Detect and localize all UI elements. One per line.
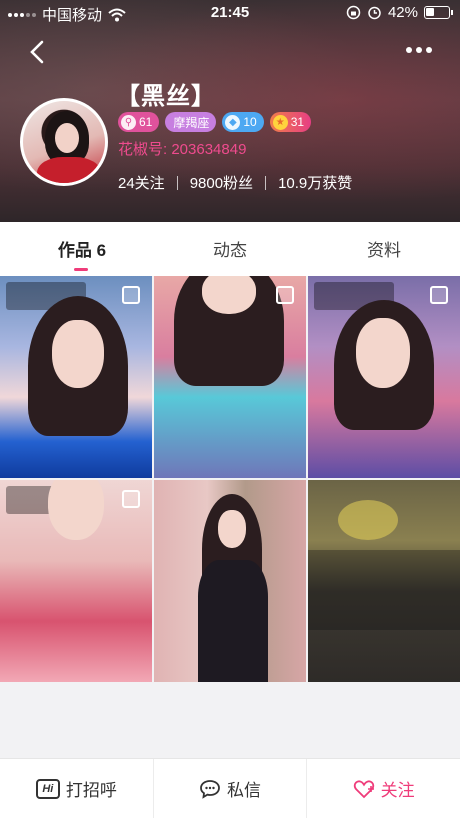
works-grid (0, 276, 460, 682)
profile-header: 中国移动 21:45 42% 【黑丝】 ⚲ 61 摩羯座 ◆ 10 ★ 31 花… (0, 0, 460, 222)
work-thumbnail[interactable] (308, 276, 460, 478)
search-level-icon: ⚲ (121, 114, 136, 130)
alarm-icon (368, 6, 381, 20)
hi-icon: Hi (35, 778, 60, 799)
more-button[interactable] (406, 40, 438, 60)
badge-row: ⚲ 61 摩羯座 ◆ 10 ★ 31 (118, 112, 312, 132)
fans-count[interactable]: 9800粉丝 (190, 172, 253, 193)
work-thumbnail[interactable] (0, 480, 152, 682)
likes-count: 10.9万获赞 (278, 175, 353, 192)
lock-rotation-icon (346, 5, 361, 20)
work-thumbnail[interactable] (0, 276, 152, 478)
huajiao-id: 花椒号: 203634849 (118, 141, 247, 158)
select-checkbox[interactable] (430, 286, 448, 304)
follow-button[interactable]: 关注 (307, 759, 460, 818)
back-arrow-icon (30, 40, 44, 64)
more-dots-icon (406, 47, 412, 53)
diamond-badge: ◆ 10 (222, 112, 264, 132)
battery-percent: 42% (387, 4, 418, 21)
work-thumbnail[interactable] (154, 276, 306, 478)
following-count[interactable]: 24关注 (118, 172, 165, 193)
work-thumbnail[interactable] (308, 480, 460, 682)
star-icon: ★ (272, 114, 288, 130)
profile-nickname: 【黑丝】 (116, 83, 216, 110)
heart-icon (353, 779, 374, 798)
bottom-action-bar: Hi 打招呼 私信 关注 (0, 758, 460, 818)
tab-active-indicator (74, 268, 88, 271)
select-checkbox[interactable] (122, 490, 140, 508)
stats-divider (176, 175, 178, 190)
profile-stats: 24关注 9800粉丝 10.9万获赞 (118, 172, 352, 193)
tab-works[interactable]: 作品 6 (22, 236, 142, 261)
chat-bubble-icon (200, 779, 220, 799)
message-button[interactable]: 私信 (154, 759, 308, 818)
avatar[interactable] (20, 98, 108, 186)
battery-icon (424, 6, 453, 19)
diamond-icon: ◆ (225, 114, 241, 130)
star-badge: ★ 31 (269, 112, 312, 132)
greet-button[interactable]: Hi 打招呼 (0, 759, 154, 818)
status-bar: 中国移动 21:45 42% (0, 0, 460, 26)
level-badge: ⚲ 61 (118, 112, 160, 132)
work-thumbnail[interactable] (154, 480, 306, 682)
select-checkbox[interactable] (276, 286, 294, 304)
back-button[interactable] (26, 38, 50, 66)
stats-divider (265, 175, 267, 190)
tab-moments[interactable]: 动态 (170, 236, 290, 261)
profile-tabs: 作品 6 动态 资料 (0, 222, 460, 276)
select-checkbox[interactable] (122, 286, 140, 304)
zodiac-badge: 摩羯座 (165, 112, 217, 132)
tab-info[interactable]: 资料 (324, 236, 444, 261)
